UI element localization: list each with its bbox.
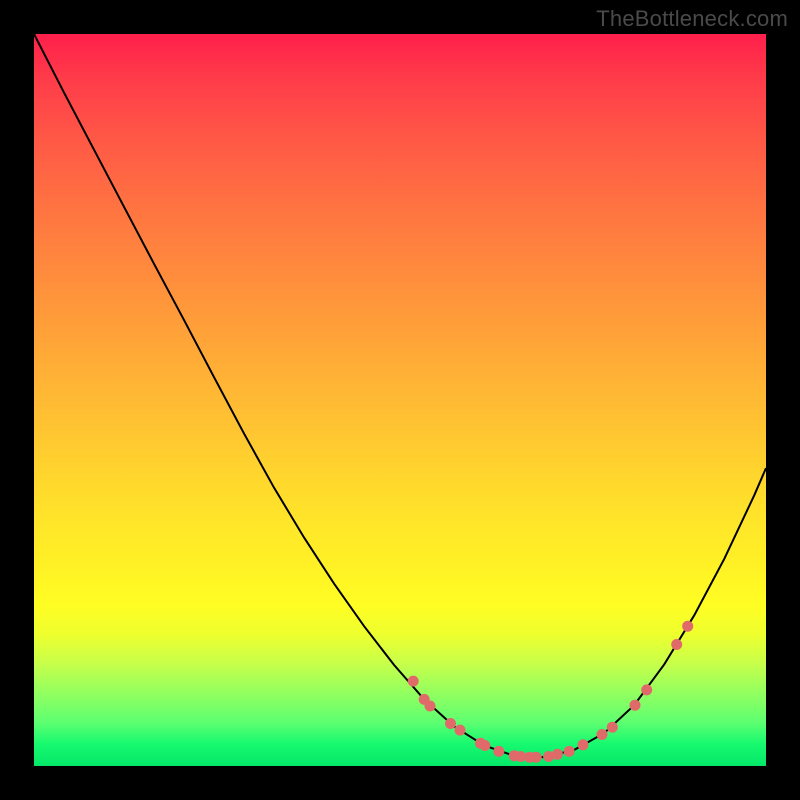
- curve-marker: [408, 676, 419, 687]
- curve-marker: [552, 749, 563, 760]
- curve-marker: [641, 684, 652, 695]
- curve-marker: [479, 740, 490, 751]
- curve-marker: [455, 725, 466, 736]
- chart-svg: [34, 34, 766, 766]
- curve-marker: [493, 746, 504, 757]
- plot-area: [34, 34, 766, 766]
- curve-marker: [564, 746, 575, 757]
- curve-marker: [671, 639, 682, 650]
- curve-marker: [578, 739, 589, 750]
- chart-frame: TheBottleneck.com: [0, 0, 800, 800]
- curve-marker: [531, 752, 542, 763]
- curve-marker: [630, 700, 641, 711]
- curve-marker: [682, 621, 693, 632]
- curve-marker: [425, 701, 436, 712]
- watermark-text: TheBottleneck.com: [596, 6, 788, 32]
- curve-markers: [408, 621, 694, 763]
- curve-marker: [607, 722, 618, 733]
- bottleneck-curve: [34, 34, 766, 757]
- curve-marker: [597, 729, 608, 740]
- curve-marker: [445, 718, 456, 729]
